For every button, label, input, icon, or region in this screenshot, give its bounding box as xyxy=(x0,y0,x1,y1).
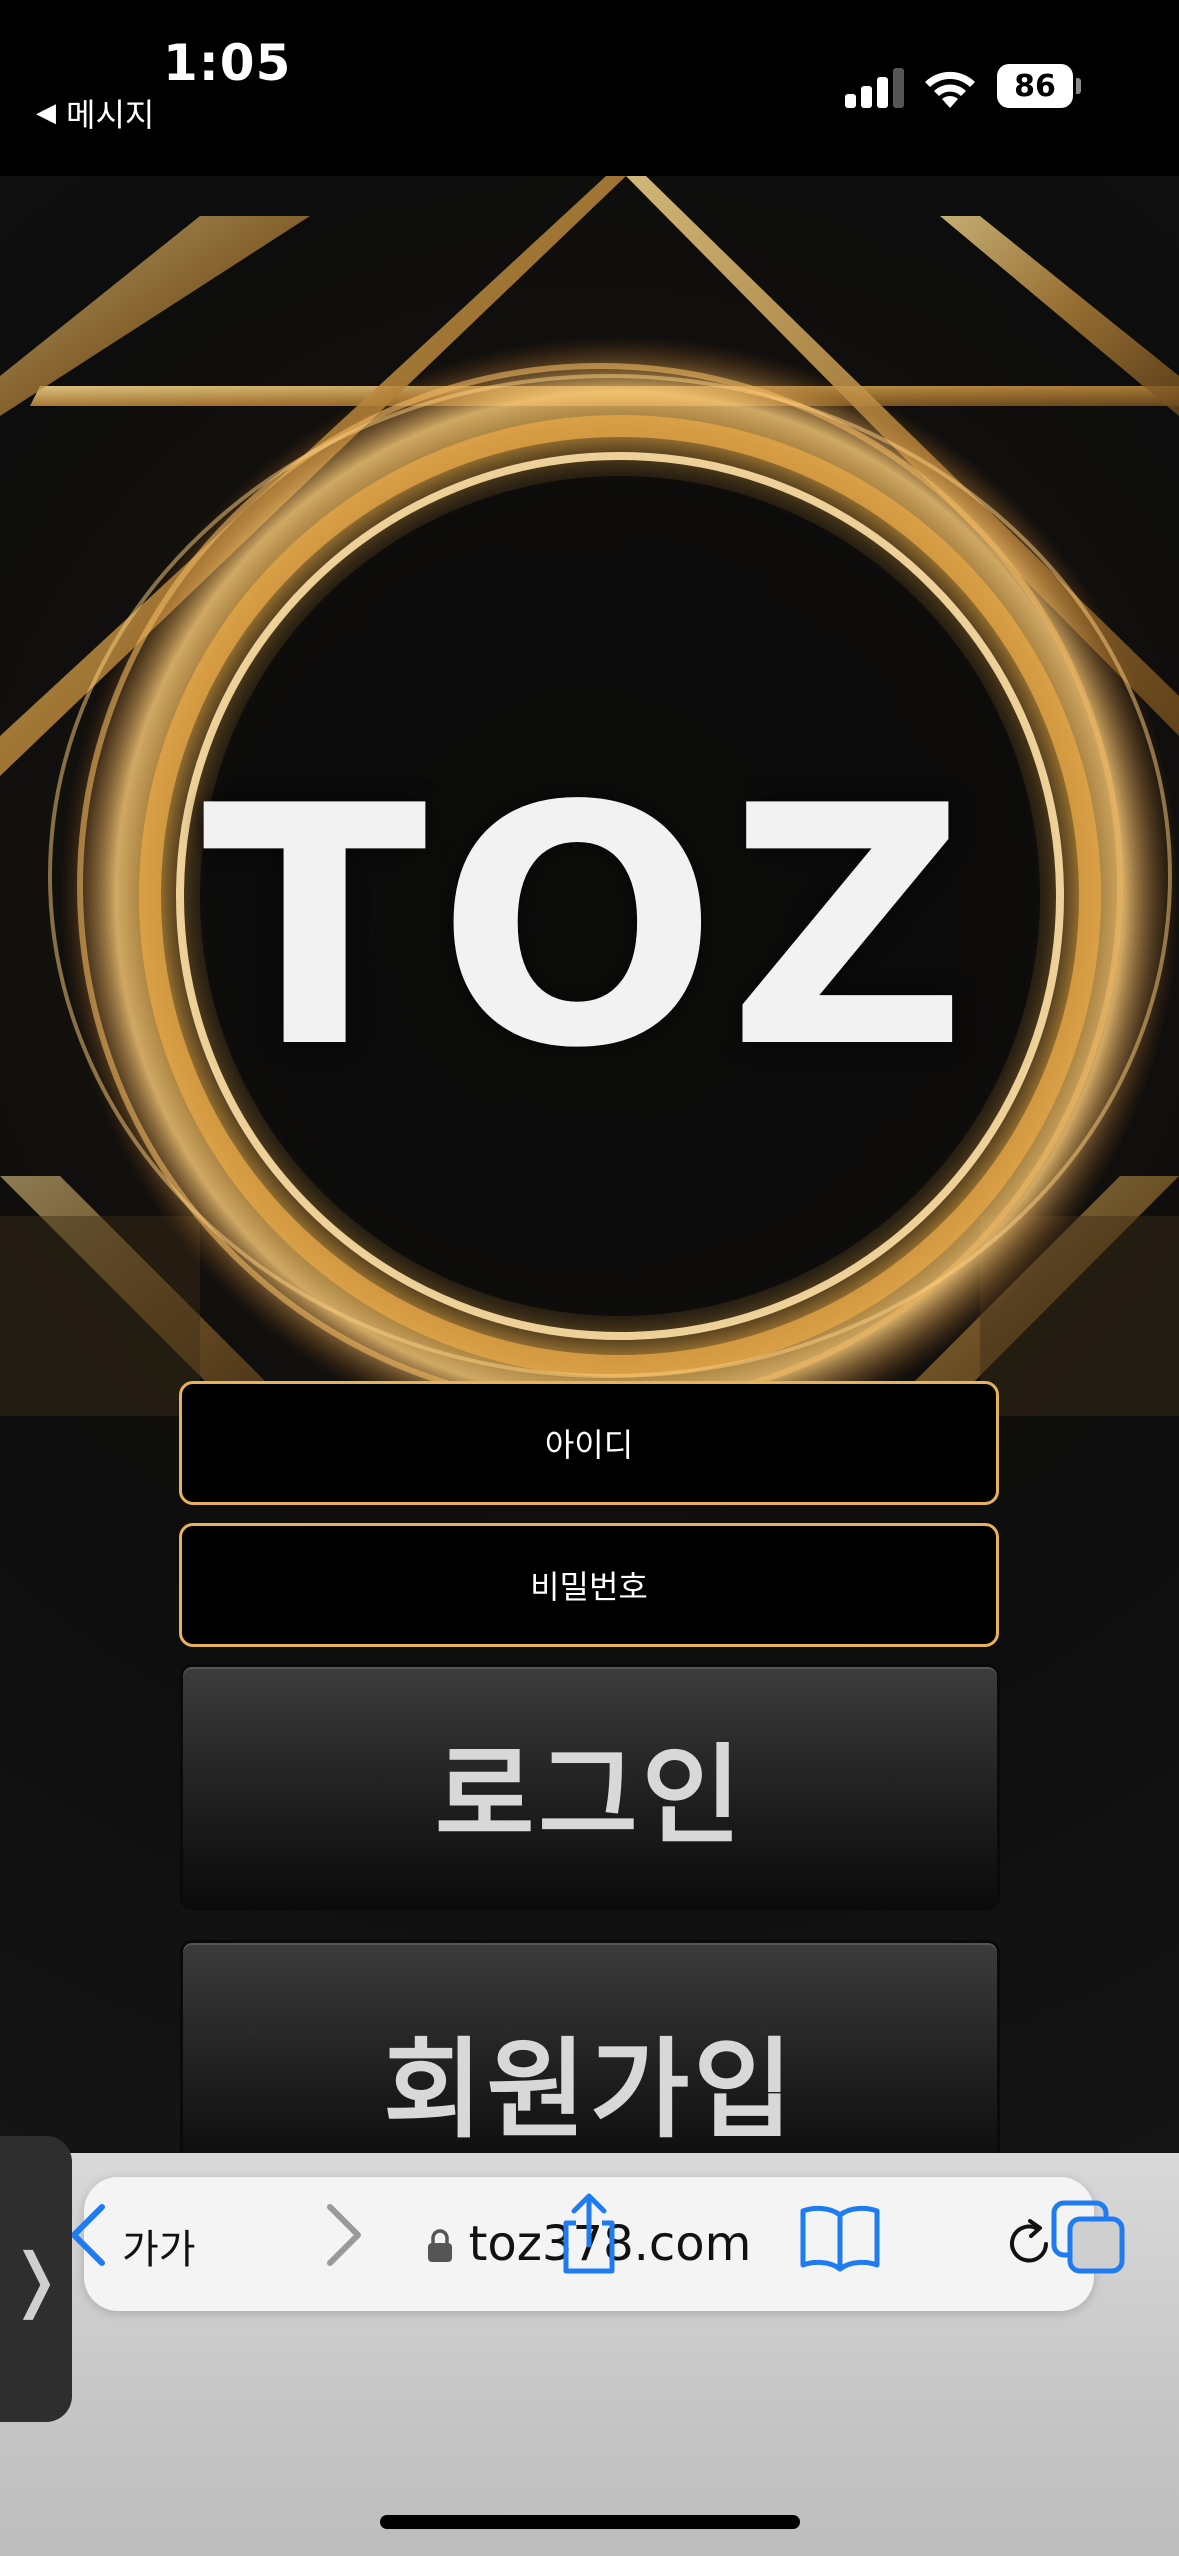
login-button[interactable]: 로그인 xyxy=(180,1664,1000,1910)
status-time: 1:05 xyxy=(163,34,292,92)
status-bar: 1:05 ◀ 메시지 86 xyxy=(0,0,1179,176)
tabs-icon[interactable] xyxy=(1044,2187,1134,2277)
forward-arrow-icon[interactable] xyxy=(296,2187,386,2277)
password-input[interactable]: 비밀번호 xyxy=(179,1523,999,1647)
side-panel-tab[interactable]: ❭ xyxy=(0,2136,72,2422)
wifi-icon xyxy=(925,71,975,108)
back-to-app-button[interactable]: ◀ 메시지 xyxy=(36,90,154,136)
cellular-signal-icon xyxy=(845,68,904,108)
screen: 1:05 ◀ 메시지 86 TOZ 아이디 비밀번호 로그인 회원가입 toz3… xyxy=(0,0,1179,2556)
bookmarks-icon[interactable] xyxy=(795,2187,885,2277)
signup-button[interactable]: 회원가입 xyxy=(180,1940,1000,2180)
share-icon[interactable] xyxy=(544,2187,634,2277)
toz-logo: TOZ xyxy=(202,736,977,1120)
home-indicator xyxy=(380,2515,800,2529)
battery-level: 86 xyxy=(997,64,1073,108)
lock-icon xyxy=(427,2229,452,2262)
username-input[interactable]: 아이디 xyxy=(179,1381,999,1505)
back-to-app-label: 메시지 xyxy=(66,96,155,134)
back-triangle-icon: ◀ xyxy=(36,98,56,128)
battery-icon: 86 xyxy=(997,64,1081,108)
